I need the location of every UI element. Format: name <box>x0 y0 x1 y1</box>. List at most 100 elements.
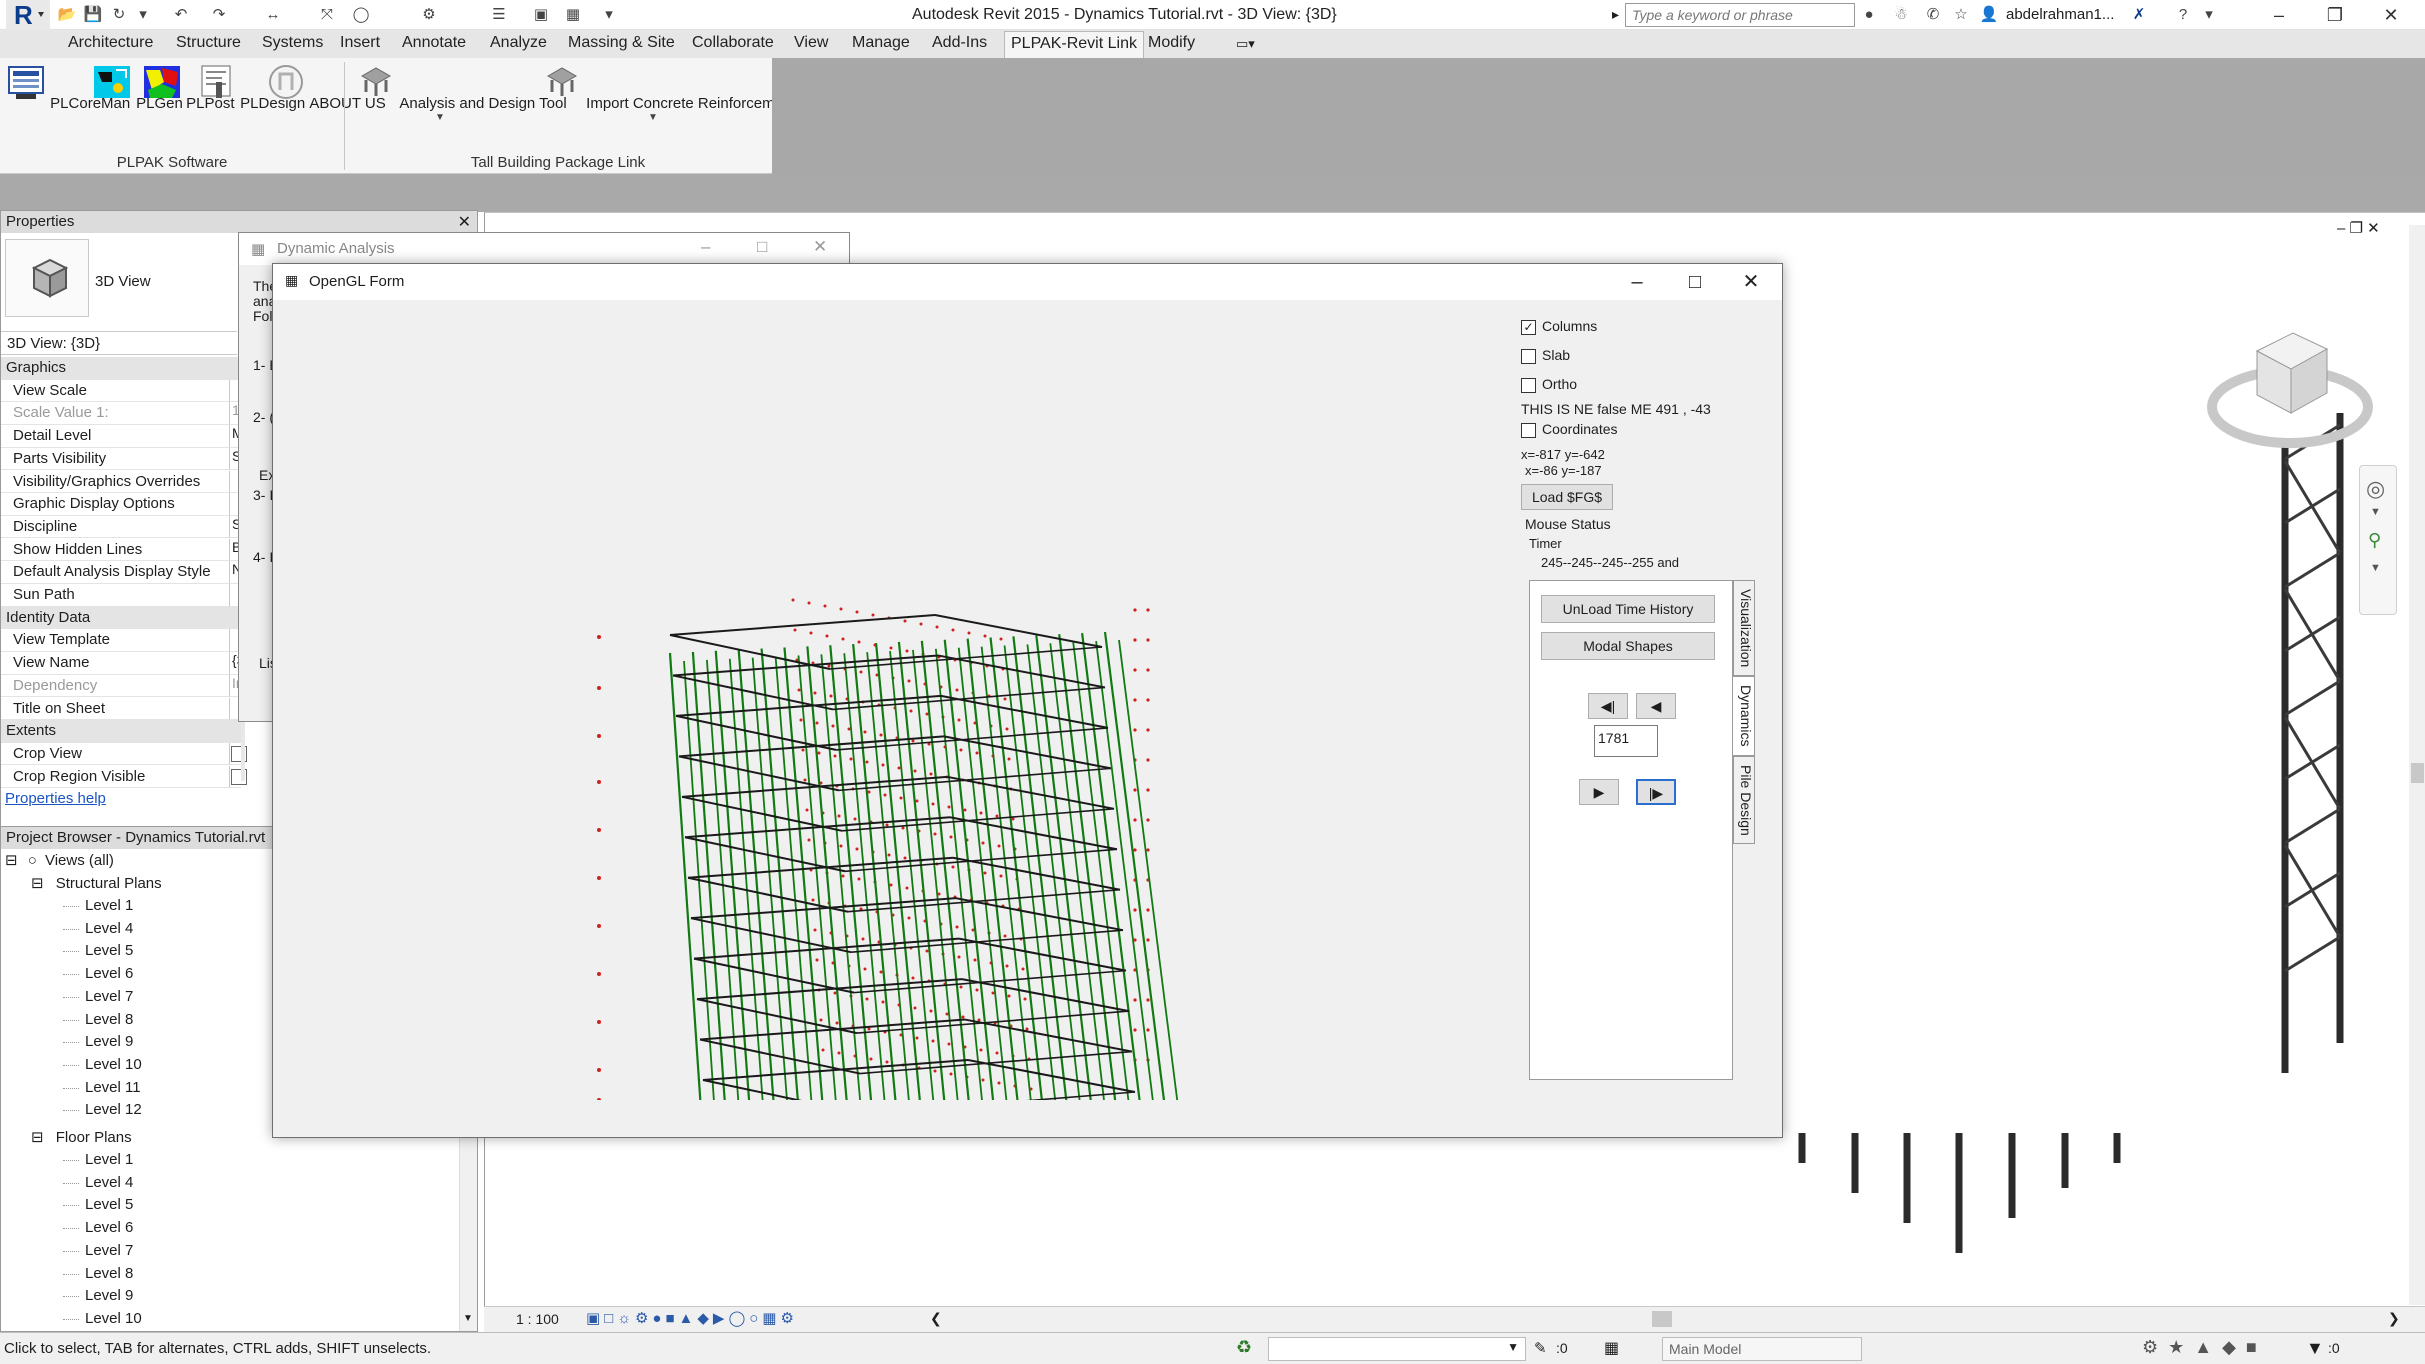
step-back-button[interactable]: ◀| <box>1588 693 1628 719</box>
dyn-minimize-icon[interactable]: – <box>701 237 710 257</box>
tree-item-level[interactable]: Level 9 <box>85 1033 133 1050</box>
tab-analyze[interactable]: Analyze <box>484 34 553 52</box>
filter-icon[interactable]: ▼ <box>2306 1338 2324 1359</box>
editable-only-icon[interactable]: ✎ <box>1534 1339 1547 1357</box>
help-dropdown-icon[interactable]: ▾ <box>2198 5 2220 25</box>
tag-icon[interactable]: ◯ <box>350 5 372 25</box>
tree-item-level[interactable]: Level 9 <box>85 1287 133 1304</box>
scroll-right-icon[interactable]: ❯ <box>2388 1310 2400 1327</box>
pldesign-button[interactable]: PLDesign <box>196 62 305 112</box>
tab-structure[interactable]: Structure <box>170 34 247 52</box>
scroll-left-icon[interactable]: ❮ <box>930 1310 942 1327</box>
unload-time-history-button[interactable]: UnLoad Time History <box>1541 595 1715 623</box>
tree-item-level[interactable]: Level 7 <box>85 1242 133 1259</box>
user-name[interactable]: abdelrahman1... <box>2006 6 2114 23</box>
tab-view[interactable]: View <box>788 34 834 52</box>
search-expand-icon[interactable]: ▸ <box>1612 6 1619 23</box>
type-selector-name[interactable]: 3D View <box>95 273 151 290</box>
dyn-maximize-icon[interactable]: □ <box>757 237 767 257</box>
tree-item-level[interactable]: Level 5 <box>85 1196 133 1213</box>
collapse-icon[interactable]: ⊟ <box>31 875 44 892</box>
play-button[interactable]: ▶ <box>1579 779 1619 805</box>
tree-item-level[interactable]: Level 1 <box>85 897 133 914</box>
tree-item-level[interactable]: Level 4 <box>85 920 133 937</box>
revit-app-menu-button[interactable]: R <box>6 0 50 30</box>
tree-node-views-all[interactable]: ⊟ ○ Views (all) <box>5 851 114 869</box>
communication-icon[interactable]: ✆ <box>1922 5 1944 25</box>
opengl-form-window[interactable]: ▦ OpenGL Form – □ ✕ ✓ Columns Slab Ortho … <box>272 263 1783 1138</box>
zoom-dropdown-icon[interactable]: ▼ <box>2370 562 2381 574</box>
tree-item-level[interactable]: Level 11 <box>85 1079 141 1096</box>
subscription-icon[interactable]: ☃ <box>1890 5 1912 25</box>
tab-visualization[interactable]: Visualization <box>1733 580 1755 676</box>
opengl-viewport[interactable] <box>273 300 1523 1100</box>
open-icon[interactable]: 📂 <box>56 5 78 25</box>
tab-plpak-revit-link[interactable]: PLPAK-Revit Link <box>1004 31 1144 58</box>
tab-manage[interactable]: Manage <box>846 34 916 52</box>
dyn-close-icon[interactable]: ✕ <box>813 237 827 257</box>
tree-item-level[interactable]: Level 1 <box>85 1151 133 1168</box>
load-fg-button[interactable]: Load $FG$ <box>1521 484 1613 510</box>
tree-item-level[interactable]: Level 6 <box>85 1219 133 1236</box>
gl-close-icon[interactable]: ✕ <box>1723 268 1779 296</box>
vertical-scroll-thumb[interactable] <box>2411 763 2424 783</box>
collapse-icon[interactable]: ⊟ <box>31 1129 44 1146</box>
coordinates-check-box[interactable] <box>1521 422 1536 438</box>
tree-item-level[interactable]: Level 10 <box>85 1056 142 1073</box>
close-icon[interactable]: ✕ <box>2368 2 2414 28</box>
tab-insert[interactable]: Insert <box>334 34 386 52</box>
scroll-down-icon[interactable]: ▼ <box>463 1313 473 1324</box>
thin-lines-icon[interactable]: ☰ <box>488 5 510 25</box>
tree-node-floor-plans[interactable]: ⊟ Floor Plans <box>31 1128 132 1146</box>
wheel-dropdown-icon[interactable]: ▼ <box>2370 506 2381 518</box>
ortho-check-box[interactable] <box>1521 377 1536 393</box>
favorites-star-icon[interactable]: ☆ <box>1950 5 1972 25</box>
analysis-design-tool-button[interactable]: Analysis and Design Tool ▼ <box>356 62 567 123</box>
selection-filter-icons[interactable]: ⚙★▲◆■ <box>2142 1337 2267 1358</box>
workset-dropdown-icon[interactable]: ▼ <box>1507 1340 1519 1354</box>
tree-item-level[interactable]: Level 7 <box>85 988 133 1005</box>
sync-dropdown-icon[interactable]: ▾ <box>132 5 154 25</box>
frame-number-input[interactable]: 1781 <box>1594 725 1658 757</box>
measure-icon[interactable]: ↔ <box>262 5 284 25</box>
exchange-apps-icon[interactable]: ✗ <box>2128 5 2150 25</box>
worksharing-icon[interactable]: ♻ <box>1236 1337 1252 1358</box>
properties-close-icon[interactable]: ✕ <box>458 212 471 232</box>
tab-architecture[interactable]: Architecture <box>62 34 159 52</box>
view-control-icons[interactable]: ▣□☼⚙●■▲◆▶◯○▦⚙ <box>586 1309 798 1327</box>
import-concrete-reinforcement-button[interactable]: Import Concrete Reinforcement ▼ <box>542 62 795 123</box>
tree-item-level[interactable]: Level 10 <box>85 1310 142 1327</box>
tree-node-structural-plans[interactable]: ⊟ Structural Plans <box>31 874 162 892</box>
tree-item-level[interactable]: Level 12 <box>85 1101 142 1118</box>
collapse-icon[interactable]: ⊟ <box>5 852 18 869</box>
tree-item-level[interactable]: Level 4 <box>85 1174 133 1191</box>
redo-icon[interactable]: ↷ <box>208 5 230 25</box>
slab-checkbox[interactable]: Slab <box>1521 347 1570 364</box>
view-cube[interactable] <box>2205 311 2375 461</box>
qat-customize-icon[interactable]: ▾ <box>598 5 620 25</box>
analysis-dropdown-icon[interactable]: ▼ <box>356 112 524 123</box>
tab-dynamics[interactable]: Dynamics <box>1733 676 1755 756</box>
import-dropdown-icon[interactable]: ▼ <box>542 112 764 123</box>
steering-wheel-icon[interactable]: ◎ <box>2366 476 2385 502</box>
3d-view-icon[interactable]: ⚙ <box>418 5 440 25</box>
sync-icon[interactable]: ↻ <box>108 5 130 25</box>
play-back-button[interactable]: ◀ <box>1636 693 1676 719</box>
tab-collaborate[interactable]: Collaborate <box>686 34 780 52</box>
plgen-button[interactable]: PLGen <box>92 62 183 112</box>
instance-filter[interactable]: 3D View: {3D} <box>1 331 237 355</box>
tree-item-level[interactable]: Level 8 <box>85 1265 133 1282</box>
step-forward-button[interactable]: |▶ <box>1636 779 1676 805</box>
tree-item-level[interactable]: Level 5 <box>85 942 133 959</box>
tab-modify[interactable]: Modify <box>1142 34 1201 52</box>
property-category[interactable]: Graphics <box>1 357 241 380</box>
switch-windows-icon[interactable]: ▦ <box>562 5 584 25</box>
design-options-icon[interactable]: ▦ <box>1604 1338 1619 1358</box>
workset-select[interactable]: ▼ <box>1268 1337 1526 1361</box>
user-icon[interactable]: 👤 <box>1978 5 2000 25</box>
horizontal-scroll-thumb[interactable] <box>1652 1311 1672 1327</box>
tab-systems[interactable]: Systems <box>256 34 329 52</box>
minimize-icon[interactable]: – <box>2256 2 2302 28</box>
gl-maximize-icon[interactable]: □ <box>1667 268 1723 296</box>
undo-icon[interactable]: ↶ <box>170 5 192 25</box>
